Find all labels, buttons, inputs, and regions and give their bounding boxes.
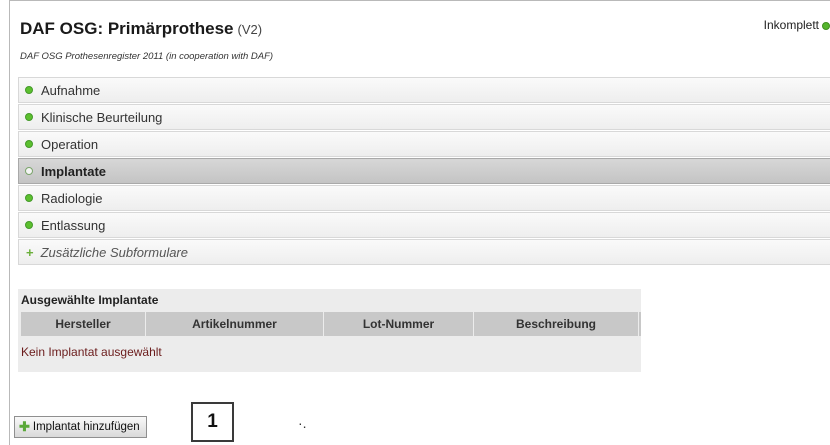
column-header-lot-nummer: Lot-Nummer	[324, 312, 474, 336]
column-header-artikelnummer: Artikelnummer	[146, 312, 324, 336]
plus-icon: +	[26, 244, 34, 260]
nav-item-radiologie[interactable]: Radiologie	[18, 185, 830, 211]
form-subtitle: DAF OSG Prothesenregister 2011 (in coope…	[20, 51, 274, 62]
form-title: DAF OSG: Primärprothese	[20, 19, 234, 38]
bullet-dot-icon	[25, 221, 33, 229]
nav-item-label: Entlassung	[41, 217, 106, 233]
selected-implants-panel: Ausgewählte Implantate Hersteller Artike…	[18, 289, 641, 372]
column-header-hersteller: Hersteller	[21, 312, 146, 336]
status-label: Inkomplett	[763, 18, 819, 32]
status-indicator: Inkomplett	[764, 18, 830, 32]
step-marker: 1	[191, 402, 234, 442]
form-frame: DAF OSG: Primärprothese (V2) DAF OSG Prot…	[9, 0, 830, 445]
nav-item-label: Zusätzliche Subformulare	[40, 244, 188, 260]
nav-item-aufnahme[interactable]: Aufnahme	[18, 77, 830, 103]
add-implant-button[interactable]: ✚ Implantat hinzufügen	[14, 416, 147, 438]
empty-table-message: Kein Implantat ausgewählt	[21, 345, 162, 359]
add-implant-label: Implantat hinzufügen	[32, 421, 140, 433]
bullet-dot-icon	[25, 113, 33, 121]
column-header-spacer	[639, 312, 641, 336]
nav-item-klinische-beurteilung[interactable]: Klinische Beurteilung	[18, 104, 830, 130]
nav-item-entlassung[interactable]: Entlassung	[18, 212, 830, 238]
bullet-dot-icon	[25, 167, 33, 175]
nav-item-label: Operation	[41, 136, 99, 152]
bullet-dot-icon	[25, 140, 33, 148]
nav-item-label: Implantate	[41, 163, 107, 179]
form-version: (V2)	[237, 22, 263, 37]
bullet-dot-icon	[25, 86, 33, 94]
nav-item-additional-subforms[interactable]: + Zusätzliche Subformulare	[18, 239, 830, 265]
nav-item-label: Aufnahme	[41, 82, 101, 98]
nav-item-label: Radiologie	[41, 190, 103, 206]
page-title: DAF OSG: Primärprothese (V2)	[20, 19, 262, 39]
nav-item-implantate[interactable]: Implantate	[18, 158, 830, 184]
nav-item-label: Klinische Beurteilung	[41, 109, 163, 125]
subform-nav: Aufnahme Klinische Beurteilung Operation…	[18, 77, 830, 266]
status-dot-icon	[822, 21, 830, 30]
bullet-dot-icon	[25, 194, 33, 202]
plus-icon: ✚	[19, 419, 30, 434]
column-header-beschreibung: Beschreibung	[474, 312, 639, 336]
panel-title: Ausgewählte Implantate	[21, 293, 159, 307]
stray-mark: ·.	[298, 415, 307, 431]
table-header: Hersteller Artikelnummer Lot-Nummer Besc…	[21, 312, 641, 336]
nav-item-operation[interactable]: Operation	[18, 131, 830, 157]
